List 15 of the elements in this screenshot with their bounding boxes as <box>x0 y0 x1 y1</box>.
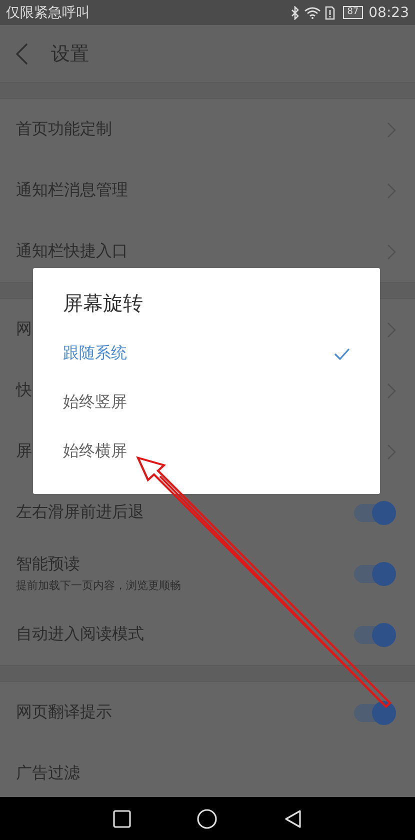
row-label: 屏 <box>16 441 32 462</box>
row-label: 网 <box>16 319 32 340</box>
row-label: 首页功能定制 <box>16 119 112 140</box>
row-label: 快 <box>16 380 32 401</box>
row-label: 自动进入阅读模式 <box>16 624 144 645</box>
row-label: 广告过滤 <box>16 763 80 784</box>
row-label: 智能预读 <box>16 554 81 575</box>
carrier-text: 仅限紧急呼叫 <box>6 4 90 22</box>
dialog-title: 屏幕旋转 <box>63 290 144 317</box>
row-label: 网页翻译提示 <box>16 702 112 723</box>
row-label: 左右滑屏前进后退 <box>16 502 144 523</box>
battery-indicator: 87 <box>343 6 363 19</box>
clock-time: 08:23 <box>368 4 409 20</box>
row-label: 通知栏快捷入口 <box>16 241 128 262</box>
row-label: 通知栏消息管理 <box>16 180 128 201</box>
